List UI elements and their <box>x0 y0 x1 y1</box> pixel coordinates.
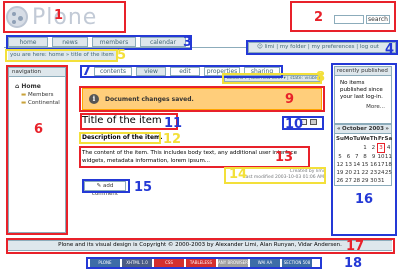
annotation-box-18 <box>86 257 322 269</box>
annotation-box-15 <box>82 179 130 193</box>
annotation-number-9: 9 <box>285 92 295 107</box>
annotation-box-16 <box>331 63 397 236</box>
annotation-box-5 <box>5 49 118 62</box>
annotation-box-4 <box>246 40 398 55</box>
annotation-number-11: 11 <box>164 116 183 131</box>
annotation-number-15: 15 <box>134 180 153 195</box>
annotation-number-18: 18 <box>344 256 363 271</box>
annotation-number-17: 17 <box>346 239 365 254</box>
annotation-number-7: 7 <box>82 64 92 79</box>
annotation-number-3: 3 <box>183 35 193 50</box>
annotation-number-6: 6 <box>34 122 44 137</box>
annotation-box-1 <box>3 1 126 33</box>
annotation-box-12 <box>79 132 161 144</box>
annotation-number-14: 14 <box>229 167 248 182</box>
annotation-number-2: 2 <box>314 10 324 25</box>
annotation-number-1: 1 <box>54 8 64 23</box>
annotation-box-8 <box>222 73 322 84</box>
annotation-number-8: 8 <box>316 70 326 85</box>
annotation-number-16: 16 <box>355 192 374 207</box>
annotation-box-17 <box>6 238 395 254</box>
annotation-number-13: 13 <box>275 150 294 165</box>
annotation-number-4: 4 <box>385 42 395 57</box>
annotation-number-10: 10 <box>285 117 304 132</box>
annotation-box-2 <box>290 1 396 32</box>
annotation-number-5: 5 <box>117 48 127 63</box>
annotation-box-6 <box>6 65 68 235</box>
annotation-number-12: 12 <box>163 132 182 147</box>
annotation-box-3 <box>6 35 192 50</box>
